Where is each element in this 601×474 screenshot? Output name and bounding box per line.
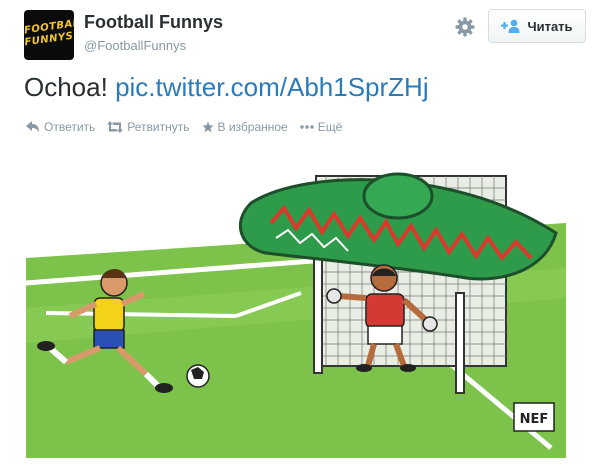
retweet-action[interactable]: Ретвитнуть [107, 120, 190, 134]
tweet-media-link[interactable]: pic.twitter.com/Abh1SprZHj [115, 72, 429, 102]
user-handle[interactable]: @FootballFunnys [84, 38, 186, 53]
follow-person-icon [501, 19, 520, 33]
gear-icon[interactable] [454, 16, 476, 38]
retweet-icon [107, 121, 124, 133]
retweet-label: Ретвитнуть [127, 120, 190, 134]
reply-label: Ответить [44, 120, 96, 134]
tweet-image[interactable]: NEF [25, 148, 566, 458]
artist-signature: NEF [520, 412, 549, 427]
cartoon-illustration: NEF [25, 148, 566, 458]
follow-button-label: Читать [527, 18, 573, 34]
more-label: Ещё [317, 120, 343, 134]
follow-button[interactable]: Читать [488, 9, 586, 43]
more-action[interactable]: Ещё [300, 120, 343, 134]
tweet-text: Ochoa! pic.twitter.com/Abh1SprZHj [24, 72, 429, 103]
tweet-actions: Ответить Ретвитнуть В избранное Ещё [26, 120, 342, 134]
favorite-action[interactable]: В избранное [202, 120, 288, 134]
tweet-text-body: Ochoa! [24, 72, 108, 102]
reply-icon [26, 121, 39, 132]
avatar[interactable]: FOOTBALL FUNNYS [24, 10, 74, 60]
user-name[interactable]: Football Funnys [84, 12, 223, 33]
more-icon [300, 125, 314, 129]
star-icon [202, 121, 213, 133]
favorite-label: В избранное [217, 120, 288, 134]
reply-action[interactable]: Ответить [26, 120, 95, 134]
